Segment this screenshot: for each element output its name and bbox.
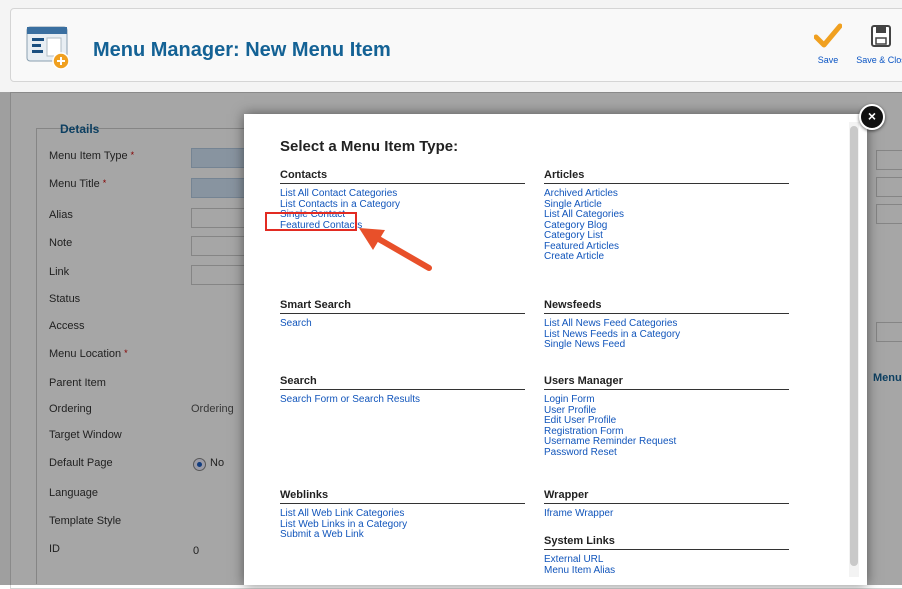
modal-scrollbar[interactable] (849, 122, 859, 577)
menu-type-link[interactable]: List All News Feed Categories (544, 318, 789, 330)
scrollbar-thumb[interactable] (850, 126, 858, 566)
menu-type-link[interactable]: Category List (544, 230, 789, 242)
menu-type-link[interactable]: Archived Articles (544, 188, 789, 200)
group-heading: Wrapper (544, 489, 789, 504)
group-articles: Articles Archived Articles Single Articl… (544, 169, 789, 263)
arrow-icon (359, 228, 432, 271)
menu-type-link[interactable]: Search (280, 318, 525, 330)
menu-type-link[interactable]: External URL (544, 554, 789, 566)
menu-type-link[interactable]: Menu Item Alias (544, 565, 789, 577)
close-icon[interactable]: × (859, 104, 885, 130)
save-and-close-label: Save & Clos (856, 55, 902, 65)
toolbar: Menu Manager: New Menu Item Save Save & … (10, 8, 902, 82)
group-weblinks: Weblinks List All Web Link Categories Li… (280, 489, 525, 541)
group-smart-search: Smart Search Search (280, 299, 525, 330)
group-heading: Weblinks (280, 489, 525, 504)
group-users-manager: Users Manager Login Form User Profile Ed… (544, 375, 789, 458)
menu-type-link[interactable]: Login Form (544, 394, 789, 406)
group-heading: Users Manager (544, 375, 789, 390)
group-wrapper: Wrapper Iframe Wrapper (544, 489, 789, 520)
menu-type-link[interactable]: Password Reset (544, 447, 789, 459)
menu-type-link[interactable]: Edit User Profile (544, 415, 789, 427)
group-heading: System Links (544, 535, 789, 550)
group-heading: Newsfeeds (544, 299, 789, 314)
menu-type-link[interactable]: Iframe Wrapper (544, 508, 789, 520)
menu-type-link[interactable]: Search Form or Search Results (280, 394, 525, 406)
group-heading: Contacts (280, 169, 525, 184)
page-title: Menu Manager: New Menu Item (93, 39, 391, 61)
menu-type-link[interactable]: List All Web Link Categories (280, 508, 525, 520)
group-heading: Search (280, 375, 525, 390)
menu-type-link[interactable]: Username Reminder Request (544, 436, 789, 448)
group-search: Search Search Form or Search Results (280, 375, 525, 406)
menu-manager-icon (26, 26, 70, 70)
modal-title: Select a Menu Item Type: (280, 138, 459, 155)
menu-type-link[interactable]: List All Categories (544, 209, 789, 221)
group-heading: Articles (544, 169, 789, 184)
group-newsfeeds: Newsfeeds List All News Feed Categories … (544, 299, 789, 351)
checkmark-icon (814, 23, 842, 48)
menu-type-link[interactable]: Submit a Web Link (280, 529, 525, 541)
highlight-box (265, 212, 357, 231)
save-label: Save (817, 55, 839, 65)
save-and-close-button[interactable]: Save & Clos (846, 23, 902, 65)
menu-type-link[interactable]: Create Article (544, 251, 789, 263)
group-heading: Smart Search (280, 299, 525, 314)
floppy-disk-icon (871, 25, 891, 47)
menu-type-link[interactable]: List All Contact Categories (280, 188, 525, 200)
menu-type-link[interactable]: Single News Feed (544, 339, 789, 351)
group-system-links: System Links External URL Menu Item Alia… (544, 535, 789, 576)
